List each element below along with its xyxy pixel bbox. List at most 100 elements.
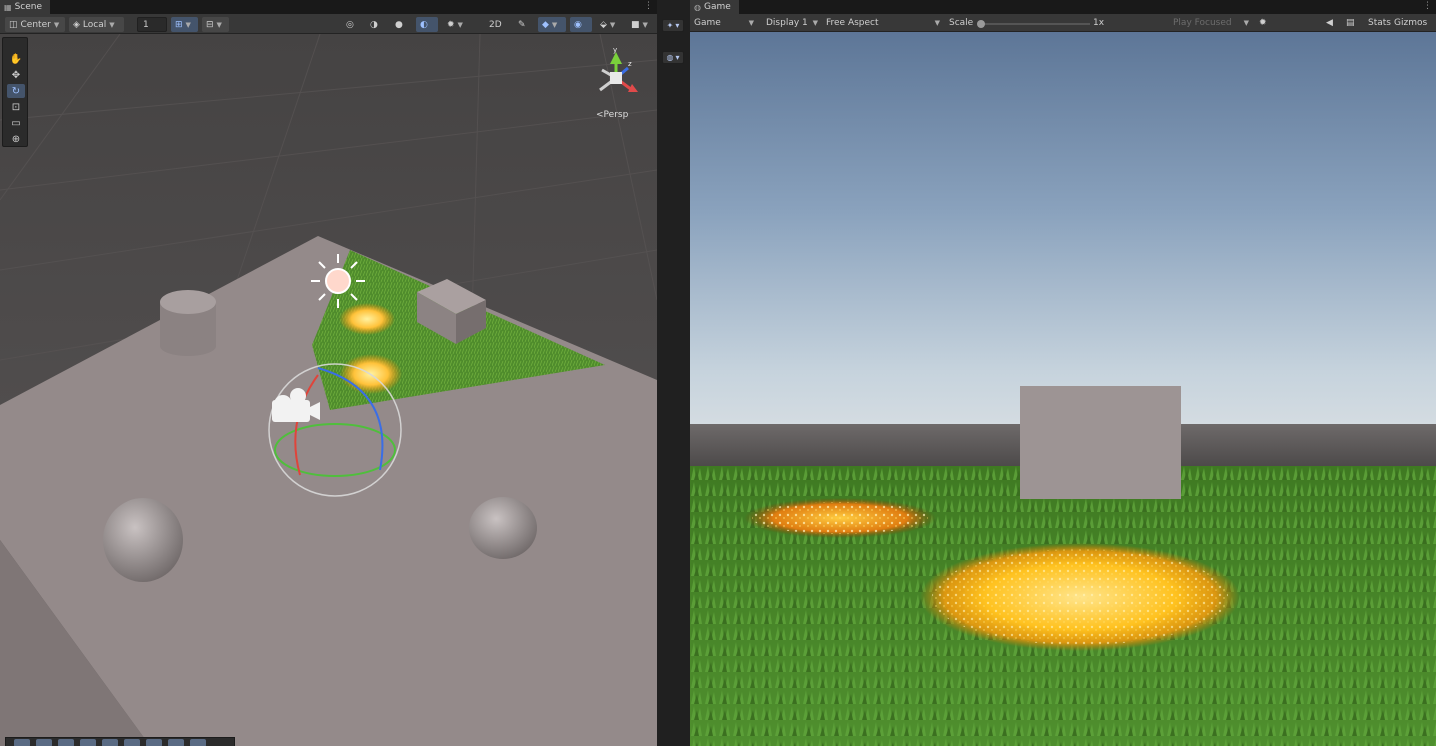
overlay-icon[interactable]	[168, 739, 184, 746]
tab-scene-label: Scene	[14, 2, 43, 12]
game-toolbar: Game ▼ Display 1 ▼ Free Aspect ▼ Scale 1…	[690, 14, 1436, 32]
tab-game-label: Game	[703, 2, 731, 12]
draw-mode-button[interactable]: ◎	[342, 17, 360, 32]
scene-viewport[interactable]: y z	[0, 0, 657, 746]
lighting-icon: ✎	[518, 19, 526, 30]
pivot-mode-label: Center	[20, 19, 51, 30]
keyboard-shortcuts-button[interactable]: ▤	[1342, 15, 1358, 30]
pivot-mode-dropdown[interactable]: ◫ Center ▼	[5, 17, 65, 32]
game-tab-bar: ◍ Game ⋮	[690, 0, 1436, 14]
grid-size-field[interactable]: 1	[137, 17, 167, 32]
gizmo-tools-dropdown[interactable]: ✦ ▾	[662, 19, 684, 32]
rect-tool-button[interactable]: ▭	[7, 116, 25, 130]
scale-label: Scale	[949, 17, 974, 28]
eye-icon: ◉	[574, 19, 582, 30]
hand-icon: ✋	[9, 53, 23, 65]
chevron-down-icon: ▼	[185, 20, 191, 29]
svg-text:y: y	[613, 46, 617, 54]
layers-icon: ◆	[542, 19, 549, 30]
grid-snap-toggle[interactable]: ⊞ ▼	[171, 17, 198, 32]
shaded-button[interactable]: ●	[391, 17, 409, 32]
local-icon: ◈	[73, 19, 80, 30]
scale-slider-handle[interactable]	[977, 20, 985, 28]
mute-audio-button[interactable]: ◀	[1322, 15, 1338, 30]
scene-view-panel[interactable]: y z ▦ Scene ⋮ ◫ Center ▼ ◈ Local ▼ 1 ⊞ ▼	[0, 0, 657, 746]
game-view-panel[interactable]: ◍ Game ⋮ Game ▼ Display 1 ▼ Free Aspect …	[690, 0, 1436, 746]
aspect-dropdown[interactable]: Free Aspect ▼	[822, 15, 944, 30]
scene-toolbar: ◫ Center ▼ ◈ Local ▼ 1 ⊞ ▼ ⊟ ▼ ◎ ◑ ● ◐ ✹…	[0, 14, 657, 34]
aspect-label: Free Aspect	[826, 17, 879, 28]
lit-mode-button[interactable]: ◐	[416, 17, 438, 32]
increment-snap-toggle[interactable]: ⊟ ▼	[202, 17, 229, 32]
grid-size-value: 1	[143, 19, 149, 30]
layers-stack-icon: ⬙	[600, 19, 607, 30]
chevron-down-icon: ▼	[457, 20, 463, 29]
svg-text:z: z	[628, 60, 632, 68]
scene-icon: ▦	[4, 2, 12, 12]
overlay-icon[interactable]	[36, 739, 52, 746]
move-tool-button[interactable]: ✥	[7, 68, 25, 82]
gizmos-button[interactable]: Gizmos	[1390, 15, 1431, 30]
orientation-tools-dropdown[interactable]: ◍ ▾	[662, 51, 684, 64]
shaded-wire-icon: ◑	[370, 19, 378, 30]
hidden-objects-dropdown[interactable]: ⬙ ▼	[596, 17, 624, 32]
keyboard-icon: ▤	[1346, 17, 1355, 28]
gizmo-icon: ✦	[666, 21, 674, 30]
wireframe-icon: ◎	[346, 19, 354, 30]
transform-tool-button[interactable]: ⊕	[7, 132, 25, 146]
overlay-icon[interactable]	[58, 739, 74, 746]
speaker-icon: ◀	[1326, 17, 1333, 28]
transform-icon: ⊕	[11, 133, 21, 145]
camera-settings-dropdown[interactable]: ■ ▼	[627, 17, 655, 32]
overlay-icon[interactable]	[14, 739, 30, 746]
scale-value: 1x	[1093, 17, 1105, 28]
scale-tool-button[interactable]: ⊡	[7, 100, 25, 114]
lighting-toggle[interactable]: ✎	[514, 17, 532, 32]
view-mode-dropdown[interactable]: Game ▼	[690, 15, 758, 30]
lit-icon: ◐	[420, 19, 428, 30]
overlay-icon[interactable]	[80, 739, 96, 746]
debug-draw-dropdown[interactable]: ✹ ▼	[443, 17, 471, 32]
game-viewport[interactable]	[690, 0, 1436, 746]
scale-icon: ⊡	[11, 101, 21, 113]
scene-tab-bar: ▦ Scene ⋮	[0, 0, 657, 14]
move-icon: ✥	[11, 69, 21, 81]
scene-menu-icon[interactable]: ⋮	[644, 1, 653, 11]
light-gizmo-icon	[311, 254, 365, 308]
chevron-down-icon: ▼	[53, 20, 60, 29]
scale-slider[interactable]	[980, 23, 1090, 25]
overlay-icon[interactable]	[102, 739, 118, 746]
hand-tool-button[interactable]: ✋	[7, 52, 25, 66]
increment-snap-icon: ⊟	[206, 19, 214, 30]
chevron-down-icon: ▼	[216, 20, 222, 29]
rotate-tool-button[interactable]: ↻	[7, 84, 25, 98]
frame-debugger-button[interactable]: ✹	[1255, 15, 1273, 30]
rotate-icon: ↻	[11, 85, 21, 97]
pivot-rotation-dropdown[interactable]: ◈ Local ▼	[69, 17, 124, 32]
overlay-toolbar[interactable]	[5, 737, 235, 746]
chevron-down-icon: ▼	[551, 20, 558, 29]
toggle-2d-button[interactable]: 2D	[485, 17, 507, 32]
tab-scene[interactable]: ▦ Scene	[0, 0, 51, 14]
chevron-down-icon: ▼	[109, 20, 115, 29]
bug-icon: ✹	[447, 19, 455, 30]
overlay-icon[interactable]	[146, 739, 162, 746]
display-dropdown[interactable]: Display 1 ▼	[762, 15, 822, 30]
scene-visibility-toggle[interactable]: ◉	[570, 17, 592, 32]
game-menu-icon[interactable]: ⋮	[1423, 1, 1432, 11]
shaded-icon: ●	[395, 19, 403, 30]
persp-arrow-icon: <	[596, 110, 604, 120]
scene-tool-palette: ✋ ✥ ↻ ⊡ ▭ ⊕	[2, 37, 28, 147]
panel-divider[interactable]: ✦ ▾ ◍ ▾	[657, 0, 690, 746]
camera-mode-label[interactable]: <Persp	[596, 110, 628, 120]
overlay-icon[interactable]	[124, 739, 140, 746]
display-label: Display 1	[766, 17, 808, 28]
overlay-icon[interactable]	[190, 739, 206, 746]
chevron-down-icon: ▾	[675, 21, 680, 30]
view-mode-label: Game	[694, 17, 721, 28]
chevron-down-icon: ▼	[748, 18, 754, 27]
play-mode-dropdown[interactable]: Play Focused ▼	[1169, 15, 1253, 30]
shaded-wire-button[interactable]: ◑	[366, 17, 384, 32]
tab-game[interactable]: ◍ Game	[690, 0, 739, 14]
audio-effects-dropdown[interactable]: ◆ ▼	[538, 17, 566, 32]
